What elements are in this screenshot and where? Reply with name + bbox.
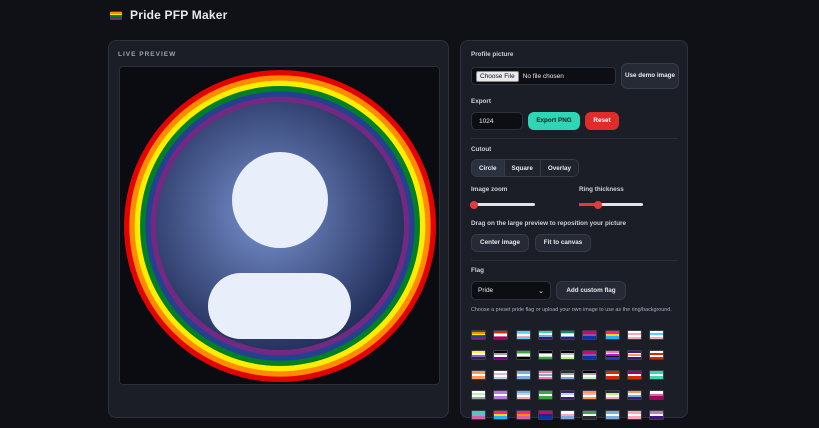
flag-grid (471, 330, 681, 428)
export-label: Export (471, 98, 491, 105)
flag-swatch[interactable] (627, 350, 643, 360)
flag-swatch[interactable] (560, 330, 576, 340)
cutout-selector[interactable]: Circle Square Overlay (471, 159, 579, 177)
flag-swatch[interactable] (537, 410, 553, 420)
flag-swatch[interactable] (515, 350, 531, 360)
flag-swatch[interactable] (627, 390, 643, 400)
avatar-body-icon (208, 273, 351, 339)
flag-swatch[interactable] (493, 390, 509, 400)
flag-swatch[interactable] (582, 350, 598, 360)
flag-swatch[interactable] (560, 410, 576, 420)
flag-swatch[interactable] (627, 370, 643, 380)
flag-swatch[interactable] (560, 390, 576, 400)
flag-swatch[interactable] (582, 410, 598, 420)
flag-swatch[interactable] (493, 350, 509, 360)
flag-swatch[interactable] (537, 350, 553, 360)
flag-swatch[interactable] (515, 330, 531, 340)
export-size-input[interactable]: 1024 (471, 112, 523, 130)
slider-handle[interactable] (594, 200, 603, 209)
cutout-square-option[interactable]: Square (504, 160, 541, 176)
divider (471, 260, 677, 261)
flag-select[interactable]: Pride ⌄ (471, 281, 551, 300)
flag-swatch[interactable] (582, 370, 598, 380)
flag-swatch[interactable] (649, 390, 665, 400)
choose-file-button[interactable]: Choose File (476, 70, 519, 82)
ring-thickness-slider[interactable] (579, 200, 643, 209)
flag-help-text: Choose a preset pride flag or upload you… (471, 307, 672, 313)
flag-swatch[interactable] (604, 390, 620, 400)
cutout-circle-option[interactable]: Circle (472, 160, 505, 176)
flag-swatch[interactable] (471, 390, 486, 400)
slider-handle[interactable] (470, 200, 479, 209)
flag-swatch[interactable] (493, 370, 509, 380)
flag-swatch[interactable] (649, 370, 665, 380)
flag-swatch[interactable] (471, 330, 486, 340)
flag-swatch[interactable] (649, 330, 665, 340)
flag-swatch[interactable] (515, 390, 531, 400)
flag-swatch[interactable] (604, 370, 620, 380)
reposition-hint: Drag on the large preview to reposition … (471, 220, 626, 227)
flag-swatch[interactable] (604, 350, 620, 360)
flag-swatch[interactable] (471, 410, 486, 420)
flag-swatch[interactable] (537, 330, 553, 340)
flag-swatch[interactable] (560, 350, 576, 360)
flag-swatch[interactable] (582, 330, 598, 340)
flag-swatch[interactable] (627, 410, 643, 420)
flag-swatch[interactable] (604, 410, 620, 420)
file-status: No file chosen (522, 72, 564, 80)
chevron-down-icon: ⌄ (538, 287, 544, 295)
preview-canvas[interactable] (119, 66, 440, 385)
flag-swatch[interactable] (649, 350, 665, 360)
preview-panel: LIVE PREVIEW (108, 40, 449, 418)
reset-button[interactable]: Reset (585, 112, 619, 130)
flag-swatch[interactable] (493, 410, 509, 420)
flag-select-value: Pride (478, 287, 494, 294)
profile-picture-label: Profile picture (471, 51, 514, 58)
use-demo-image-button[interactable]: Use demo image (621, 63, 679, 89)
flag-swatch[interactable] (471, 370, 486, 380)
avatar-preview[interactable] (120, 67, 440, 385)
flag-swatch[interactable] (649, 410, 665, 420)
fit-to-canvas-button[interactable]: Fit to canvas (535, 234, 591, 252)
app-title: Pride PFP Maker (130, 8, 228, 22)
add-custom-flag-button[interactable]: Add custom flag (556, 281, 626, 300)
export-png-button[interactable]: Export PNG (528, 112, 580, 130)
flag-swatch[interactable] (515, 410, 531, 420)
preview-label: LIVE PREVIEW (118, 51, 177, 58)
flag-swatch[interactable] (515, 370, 531, 380)
flag-swatch[interactable] (627, 330, 643, 340)
flag-swatch[interactable] (604, 330, 620, 340)
flag-swatch[interactable] (582, 390, 598, 400)
image-zoom-label: Image zoom (471, 186, 508, 193)
divider (471, 138, 677, 139)
cutout-overlay-option[interactable]: Overlay (540, 160, 578, 176)
controls-panel: Profile picture Choose File No file chos… (460, 40, 688, 420)
avatar-head-icon (232, 152, 328, 248)
app-header: Pride PFP Maker (110, 8, 228, 22)
flag-swatch[interactable] (493, 330, 509, 340)
flag-swatch[interactable] (560, 370, 576, 380)
flag-swatch[interactable] (537, 390, 553, 400)
flag-swatch[interactable] (471, 350, 486, 360)
pride-flag-logo-icon (110, 10, 122, 20)
flag-swatch[interactable] (537, 370, 553, 380)
center-image-button[interactable]: Center image (471, 234, 529, 252)
flag-label: Flag (471, 267, 484, 274)
cutout-label: Cutout (471, 146, 492, 153)
image-zoom-slider[interactable] (470, 200, 535, 209)
file-input[interactable]: Choose File No file chosen (471, 67, 616, 85)
ring-thickness-label: Ring thickness (579, 186, 624, 193)
